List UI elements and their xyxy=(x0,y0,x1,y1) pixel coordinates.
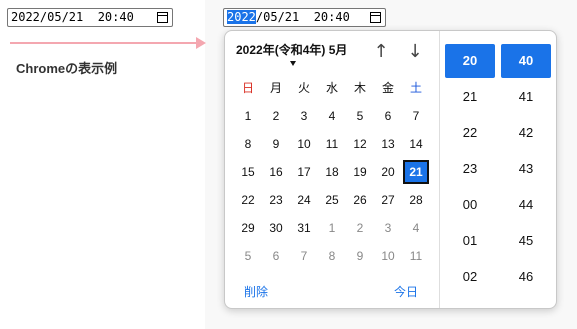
clear-button[interactable]: 削除 xyxy=(244,283,268,300)
day-cell[interactable]: 12 xyxy=(347,132,373,156)
day-cell[interactable]: 28 xyxy=(403,188,429,212)
dropdown-caret-icon[interactable] xyxy=(290,61,296,66)
today-button[interactable]: 今日 xyxy=(394,283,418,300)
datetime-input-active[interactable]: 2022/05/21 20:40 xyxy=(223,8,386,27)
calendar-icon[interactable] xyxy=(157,12,168,23)
chrome-example-caption: Chromeの表示例 xyxy=(16,61,118,76)
day-cell[interactable]: 10 xyxy=(291,132,317,156)
datetime-value-active: 2022/05/21 20:40 xyxy=(227,9,350,26)
day-cell[interactable]: 20 xyxy=(375,160,401,184)
year-segment-highlighted[interactable]: 2022 xyxy=(227,10,256,24)
day-cell[interactable]: 18 xyxy=(319,160,345,184)
day-cell[interactable]: 8 xyxy=(319,244,345,268)
day-cell[interactable]: 22 xyxy=(235,188,261,212)
day-cell[interactable]: 4 xyxy=(319,104,345,128)
minute-option[interactable]: 45 xyxy=(501,224,551,258)
column-divider xyxy=(439,31,440,308)
left-panel xyxy=(0,0,205,329)
minute-option[interactable]: 44 xyxy=(501,188,551,222)
day-cell[interactable]: 3 xyxy=(291,104,317,128)
weekday-label: 月 xyxy=(269,81,282,95)
day-cell[interactable]: 16 xyxy=(263,160,289,184)
weekday-label: 木 xyxy=(353,81,366,95)
minute-option[interactable]: 46 xyxy=(501,260,551,294)
day-cell[interactable]: 31 xyxy=(291,216,317,240)
day-cell[interactable]: 17 xyxy=(291,160,317,184)
day-cell[interactable]: 5 xyxy=(235,244,261,268)
calendar-icon[interactable] xyxy=(370,12,381,23)
day-cell[interactable]: 6 xyxy=(263,244,289,268)
datetime-input-example[interactable]: 2022/05/21 20:40 xyxy=(7,8,173,27)
day-cell[interactable]: 24 xyxy=(291,188,317,212)
minute-option[interactable]: 41 xyxy=(501,80,551,114)
day-cell[interactable]: 27 xyxy=(375,188,401,212)
day-cell[interactable]: 25 xyxy=(319,188,345,212)
hour-option[interactable]: 01 xyxy=(445,224,495,258)
minute-option[interactable]: 43 xyxy=(501,152,551,186)
arrow-down-icon[interactable]: ↓ xyxy=(404,41,426,63)
hour-option-selected[interactable]: 20 xyxy=(445,44,495,78)
day-cell[interactable]: 10 xyxy=(375,244,401,268)
weekday-label: 土 xyxy=(409,81,422,95)
weekday-label: 火 xyxy=(297,81,310,95)
datetime-value: 2022/05/21 20:40 xyxy=(11,10,134,24)
hour-option[interactable]: 21 xyxy=(445,80,495,114)
minute-option[interactable]: 42 xyxy=(501,116,551,150)
day-cell[interactable]: 29 xyxy=(235,216,261,240)
hour-option[interactable]: 02 xyxy=(445,260,495,294)
weekday-label: 金 xyxy=(381,81,394,95)
hour-option[interactable]: 22 xyxy=(445,116,495,150)
pointer-arrow-icon xyxy=(196,37,206,49)
day-cell[interactable]: 11 xyxy=(403,244,429,268)
month-year-selector[interactable]: 2022年(令和4年) 5月 xyxy=(236,41,347,58)
datetime-picker-popup: 2022年(令和4年) 5月 ↑ ↓ 削除 今日 日月火水木金土12345678… xyxy=(224,30,557,309)
day-cell[interactable]: 5 xyxy=(347,104,373,128)
day-cell[interactable]: 7 xyxy=(403,104,429,128)
day-cell[interactable]: 9 xyxy=(347,244,373,268)
day-cell[interactable]: 2 xyxy=(347,216,373,240)
day-cell[interactable]: 19 xyxy=(347,160,373,184)
pointer-arrow-line xyxy=(10,42,198,44)
day-cell[interactable]: 8 xyxy=(235,132,261,156)
day-cell[interactable]: 13 xyxy=(375,132,401,156)
day-cell[interactable]: 3 xyxy=(375,216,401,240)
day-cell[interactable]: 14 xyxy=(403,132,429,156)
day-cell[interactable]: 4 xyxy=(403,216,429,240)
day-cell[interactable]: 30 xyxy=(263,216,289,240)
weekday-label: 水 xyxy=(325,81,338,95)
day-cell[interactable]: 7 xyxy=(291,244,317,268)
day-cell[interactable]: 26 xyxy=(347,188,373,212)
arrow-up-icon[interactable]: ↑ xyxy=(370,41,392,63)
minute-option-selected[interactable]: 40 xyxy=(501,44,551,78)
day-cell-selected[interactable]: 21 xyxy=(403,160,429,184)
weekday-label: 日 xyxy=(241,81,254,95)
datetime-rest: /05/21 20:40 xyxy=(255,10,350,24)
day-cell[interactable]: 23 xyxy=(263,188,289,212)
day-cell[interactable]: 6 xyxy=(375,104,401,128)
hour-option[interactable]: 23 xyxy=(445,152,495,186)
day-cell[interactable]: 2 xyxy=(263,104,289,128)
day-cell[interactable]: 9 xyxy=(263,132,289,156)
day-cell[interactable]: 1 xyxy=(319,216,345,240)
day-cell[interactable]: 11 xyxy=(319,132,345,156)
day-cell[interactable]: 15 xyxy=(235,160,261,184)
day-cell[interactable]: 1 xyxy=(235,104,261,128)
hour-option[interactable]: 00 xyxy=(445,188,495,222)
